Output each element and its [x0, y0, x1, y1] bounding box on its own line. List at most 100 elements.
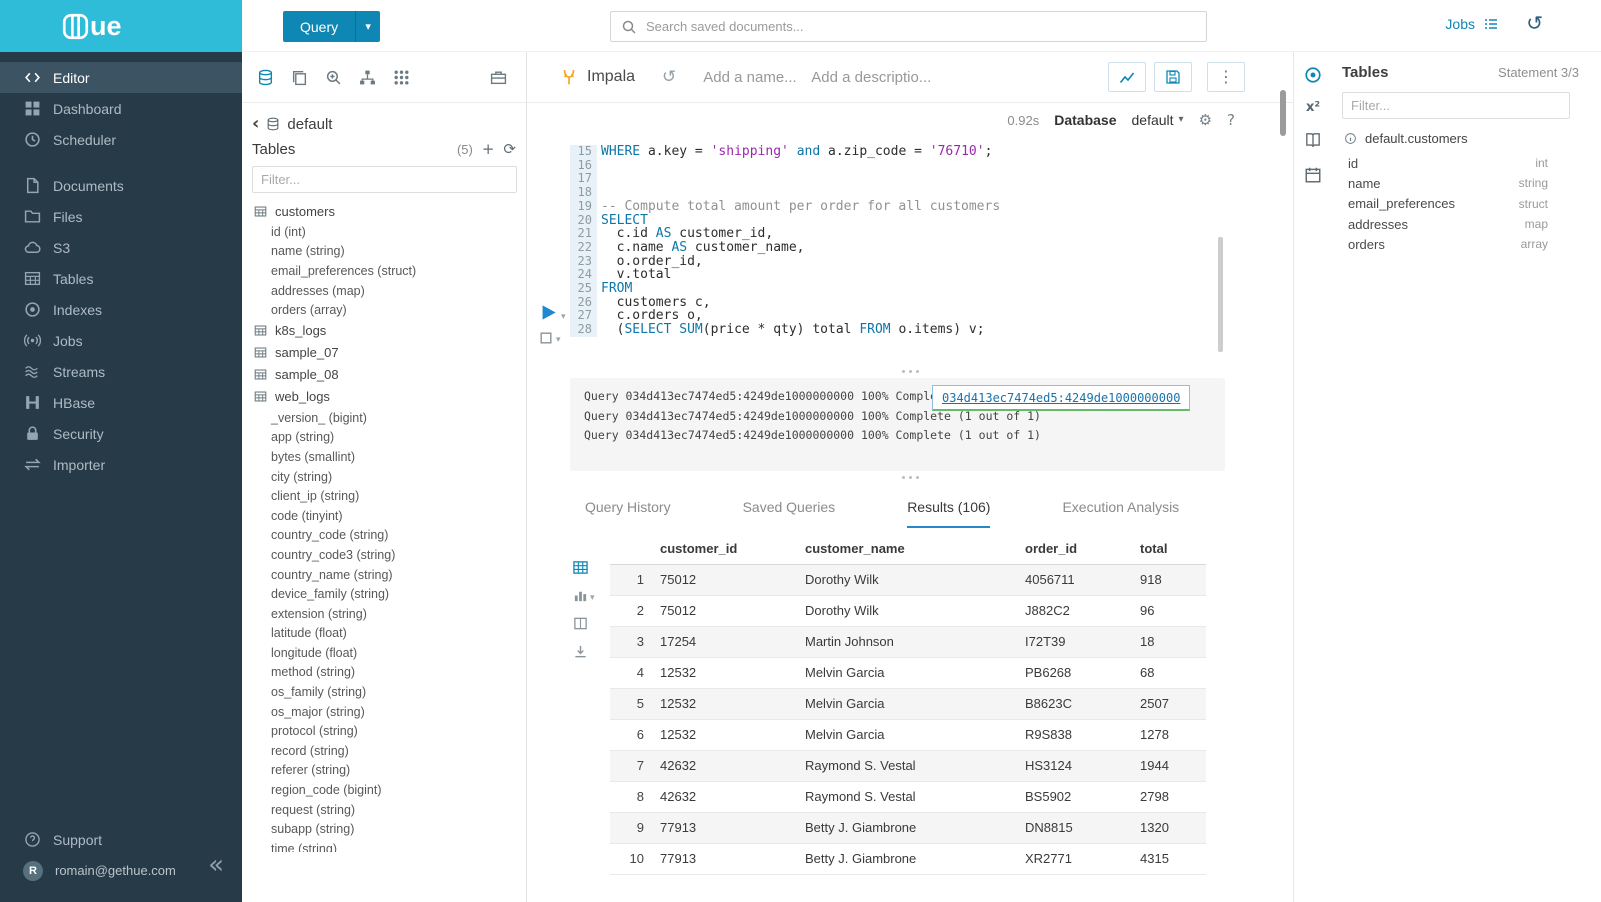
table-item-sample_08[interactable]: sample_08 [242, 364, 526, 386]
table-item-customers[interactable]: customers [242, 200, 526, 222]
column-item[interactable]: protocol (string) [242, 721, 526, 741]
functions-icon[interactable]: x² [1306, 101, 1320, 114]
column-item-addresses[interactable]: addressesmap [1332, 214, 1601, 234]
column-item[interactable]: subapp (string) [242, 819, 526, 839]
resize-handle-top[interactable] [527, 365, 1293, 378]
batch-button[interactable]: ▾ [539, 331, 566, 345]
column-item-name[interactable]: namestring [1332, 173, 1601, 193]
hue-logo[interactable]: ue [0, 0, 242, 52]
search-input[interactable] [646, 19, 1196, 34]
save-button[interactable] [1154, 62, 1192, 92]
sitemap-icon[interactable] [359, 69, 376, 86]
column-header[interactable]: total [1140, 534, 1206, 564]
column-item[interactable]: referer (string) [242, 761, 526, 781]
sidebar-item-hbase[interactable]: HBase [0, 387, 242, 418]
column-item[interactable]: client_ip (string) [242, 486, 526, 506]
table-row[interactable]: 1077913Betty J. GiambroneXR27714315 [610, 843, 1206, 874]
history-icon[interactable]: ↺ [1526, 13, 1543, 33]
column-header[interactable]: customer_id [660, 534, 805, 564]
documents-source-icon[interactable] [291, 69, 308, 86]
table-row[interactable]: 275012Dorothy WilkJ882C296 [610, 595, 1206, 626]
column-item[interactable]: time (string) [242, 839, 526, 852]
sidebar-collapse-button[interactable]: « [208, 852, 224, 878]
column-item[interactable]: name (string) [242, 242, 526, 262]
sidebar-item-editor[interactable]: Editor [0, 62, 242, 93]
table-item-sample_07[interactable]: sample_07 [242, 342, 526, 364]
sidebar-item-files[interactable]: Files [0, 201, 242, 232]
column-item[interactable]: code (tinyint) [242, 506, 526, 526]
table-filter-input[interactable] [252, 166, 517, 193]
query-dropdown-button[interactable]: ▾ [355, 11, 380, 42]
code-editor[interactable]: 1516171819202122232425262728 WHERE a.key… [527, 137, 1293, 365]
tab-results[interactable]: Results (106) [907, 499, 990, 528]
column-item[interactable]: country_name (string) [242, 565, 526, 585]
column-item[interactable]: method (string) [242, 663, 526, 683]
active-table-name[interactable]: default.customers [1365, 131, 1468, 146]
column-item[interactable]: country_code3 (string) [242, 545, 526, 565]
column-item[interactable]: record (string) [242, 741, 526, 761]
help-icon[interactable]: ? [1227, 113, 1235, 128]
info-icon[interactable] [1344, 132, 1357, 145]
table-row[interactable]: 977913Betty J. GiambroneDN88151320 [610, 812, 1206, 843]
query-id-link[interactable]: 034d413ec7474ed5:4249de1000000000 [942, 391, 1180, 405]
column-item[interactable]: orders (array) [242, 300, 526, 320]
add-table-icon[interactable]: + [482, 142, 495, 157]
sidebar-item-indexes[interactable]: Indexes [0, 294, 242, 325]
column-item[interactable]: longitude (float) [242, 643, 526, 663]
more-actions-button[interactable]: ⋮ [1207, 62, 1245, 92]
chart-view-icon[interactable]: ▾ [573, 588, 603, 603]
code-content[interactable]: WHERE a.key = 'shipping' and a.zip_code … [601, 145, 1000, 337]
grid-view-icon[interactable] [573, 560, 603, 575]
language-reference-icon[interactable] [1304, 131, 1322, 149]
schedule-icon[interactable] [1304, 166, 1322, 184]
column-item-orders[interactable]: ordersarray [1332, 234, 1601, 254]
sidebar-item-streams[interactable]: Streams [0, 356, 242, 387]
sidebar-item-user[interactable]: R romain@gethue.com [0, 855, 242, 886]
database-source-icon[interactable] [257, 69, 274, 86]
refresh-icon[interactable]: ⟳ [503, 142, 516, 157]
sidebar-item-documents[interactable]: Documents [0, 170, 242, 201]
resize-handle-bottom[interactable] [527, 471, 1293, 484]
table-item-k8s_logs[interactable]: k8s_logs [242, 320, 526, 342]
table-row[interactable]: 842632Raymond S. VestalBS59022798 [610, 781, 1206, 812]
chart-button[interactable] [1108, 62, 1146, 92]
query-name-input[interactable] [703, 69, 803, 86]
column-item[interactable]: bytes (smallint) [242, 447, 526, 467]
briefcase-icon[interactable] [490, 69, 507, 86]
column-item[interactable]: request (string) [242, 800, 526, 820]
execute-button[interactable]: ▾ [539, 303, 566, 322]
table-row[interactable]: 612532Melvin GarciaR9S8381278 [610, 719, 1206, 750]
main-scrollbar[interactable] [1280, 90, 1286, 136]
sidebar-item-tables[interactable]: Tables [0, 263, 242, 294]
column-item[interactable]: os_major (string) [242, 702, 526, 722]
column-item[interactable]: id (int) [242, 222, 526, 242]
table-row[interactable]: 512532Melvin GarciaB8623C2507 [610, 688, 1206, 719]
columns-toggle-icon[interactable] [573, 616, 603, 631]
table-row[interactable]: 742632Raymond S. VestalHS31241944 [610, 750, 1206, 781]
sidebar-item-s3[interactable]: S3 [0, 232, 242, 263]
table-item-web_logs[interactable]: web_logs [242, 386, 526, 408]
database-select[interactable]: default ▾ [1132, 112, 1184, 128]
table-row[interactable]: 412532Melvin GarciaPB626868 [610, 657, 1206, 688]
query-description-input[interactable] [811, 69, 931, 86]
chevron-left-icon[interactable]: ‹ [252, 115, 259, 133]
column-item-email_preferences[interactable]: email_preferencesstruct [1332, 194, 1601, 214]
download-icon[interactable] [573, 644, 603, 659]
sidebar-item-support[interactable]: Support [0, 824, 242, 855]
settings-gear-icon[interactable]: ⚙ [1199, 113, 1212, 128]
sidebar-item-jobs[interactable]: Jobs [0, 325, 242, 356]
apps-grid-icon[interactable] [393, 69, 410, 86]
tab-execution-analysis[interactable]: Execution Analysis [1062, 499, 1179, 528]
column-item-id[interactable]: idint [1332, 153, 1601, 173]
column-item[interactable]: os_family (string) [242, 682, 526, 702]
right-filter-input[interactable] [1342, 92, 1570, 119]
sidebar-item-security[interactable]: Security [0, 418, 242, 449]
table-row[interactable]: 317254Martin JohnsonI72T3918 [610, 626, 1206, 657]
zoom-search-icon[interactable] [325, 69, 342, 86]
column-item[interactable]: email_preferences (struct) [242, 261, 526, 281]
query-button[interactable]: Query [283, 11, 355, 42]
column-item[interactable]: app (string) [242, 428, 526, 448]
sidebar-item-scheduler[interactable]: Scheduler [0, 124, 242, 155]
tab-saved-queries[interactable]: Saved Queries [743, 499, 836, 528]
column-header[interactable]: order_id [1025, 534, 1140, 564]
